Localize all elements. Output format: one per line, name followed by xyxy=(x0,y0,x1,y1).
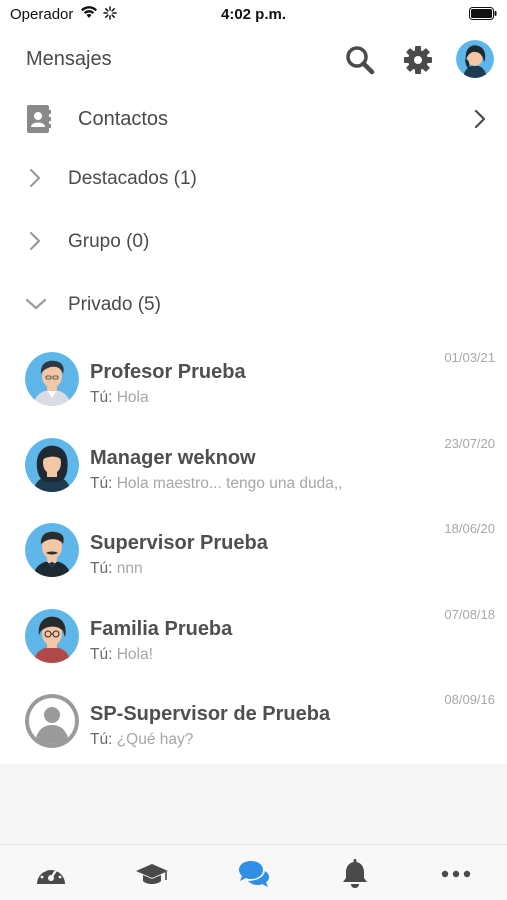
chevron-down-icon xyxy=(25,298,47,310)
conversation-preview: Tú: Hola xyxy=(90,389,149,407)
message-preview: ¿Qué hay? xyxy=(116,731,194,748)
user-profile-avatar-icon xyxy=(456,40,494,78)
more-icon xyxy=(441,870,471,878)
chevron-right-icon xyxy=(29,231,41,251)
mustache-man-avatar xyxy=(25,523,79,577)
conversation-item[interactable]: Profesor Prueba Tú: Hola 01/03/21 xyxy=(0,340,507,426)
dashboard-icon xyxy=(37,866,65,884)
status-time: 4:02 p.m. xyxy=(220,6,287,23)
graduation-cap-icon xyxy=(136,864,168,884)
conversation-name: Profesor Prueba xyxy=(90,361,246,383)
conversation-preview: Tú: Hola maestro... tengo una duda,, xyxy=(90,475,342,493)
search-icon xyxy=(346,46,375,75)
sender-prefix: Tú: xyxy=(90,560,113,577)
chevron-right-icon xyxy=(474,109,486,129)
section-privado[interactable]: Privado (5) xyxy=(0,284,507,324)
section-label: Destacados (1) xyxy=(68,168,197,189)
profile-avatar[interactable] xyxy=(456,40,494,78)
message-preview: Hola xyxy=(116,389,149,406)
teacher-avatar xyxy=(25,352,79,406)
chat-bubbles-icon xyxy=(239,861,269,887)
header: Mensajes xyxy=(0,38,507,82)
tab-courses[interactable] xyxy=(135,857,169,891)
battery-icon xyxy=(469,7,497,20)
section-destacados[interactable]: Destacados (1) xyxy=(0,158,507,198)
search-button[interactable] xyxy=(344,44,376,76)
conversation-item[interactable]: Familia Prueba Tú: Hola! 07/08/18 xyxy=(0,597,507,683)
conversation-item[interactable]: Manager weknow Tú: Hola maestro... tengo… xyxy=(0,426,507,512)
message-preview: nnn xyxy=(116,560,143,577)
conversation-preview: Tú: Hola! xyxy=(90,646,153,664)
conversation-name: Manager weknow xyxy=(90,446,256,469)
section-grupo[interactable]: Grupo (0) xyxy=(0,221,507,261)
conversation-date: 07/08/18 xyxy=(444,606,495,622)
tab-notifications[interactable] xyxy=(338,857,372,891)
tab-bar xyxy=(0,844,507,900)
conversation-date: 08/09/16 xyxy=(444,692,495,707)
sender-prefix: Tú: xyxy=(90,645,113,663)
chevron-right-icon xyxy=(29,168,41,188)
conversation-date: 01/03/21 xyxy=(444,350,495,365)
sender-prefix: Tú: xyxy=(90,731,113,748)
sender-prefix: Tú: xyxy=(90,474,113,492)
tab-dashboard[interactable] xyxy=(34,857,68,891)
conversation-preview: Tú: nnn xyxy=(90,560,143,578)
conversation-item[interactable]: Supervisor Prueba Tú: nnn 18/06/20 xyxy=(0,511,507,597)
glasses-woman-avatar xyxy=(25,608,79,663)
conversation-date: 23/07/20 xyxy=(444,435,495,451)
bell-icon xyxy=(343,859,367,888)
settings-button[interactable] xyxy=(402,44,434,76)
status-bar: Operador 4:02 p.m. xyxy=(0,0,507,30)
contacts-row[interactable]: Contactos xyxy=(0,96,507,142)
conversation-name: Supervisor Prueba xyxy=(90,532,268,554)
default-user-avatar xyxy=(25,694,79,748)
conversation-name: Familia Prueba xyxy=(90,617,233,640)
message-preview: Hola! xyxy=(116,645,153,663)
section-label: Privado (5) xyxy=(68,294,161,315)
woman-avatar xyxy=(25,437,79,492)
tab-messages[interactable] xyxy=(237,857,271,891)
conversation-item[interactable]: SP-Supervisor de Prueba Tú: ¿Qué hay? 08… xyxy=(0,682,507,768)
empty-area xyxy=(0,764,507,844)
page-title: Mensajes xyxy=(26,48,112,70)
section-label: Grupo (0) xyxy=(68,231,150,252)
message-preview: Hola maestro... tengo una duda,, xyxy=(116,474,343,492)
sender-prefix: Tú: xyxy=(90,389,113,406)
conversation-date: 18/06/20 xyxy=(444,521,495,536)
conversation-list: Profesor Prueba Tú: Hola 01/03/21 Manage… xyxy=(0,340,507,768)
gear-icon xyxy=(404,46,432,74)
address-book-icon xyxy=(27,105,51,133)
contacts-label: Contactos xyxy=(78,108,169,130)
tab-more[interactable] xyxy=(439,857,473,891)
conversation-preview: Tú: ¿Qué hay? xyxy=(90,731,193,749)
conversation-name: SP-Supervisor de Prueba xyxy=(90,703,331,725)
